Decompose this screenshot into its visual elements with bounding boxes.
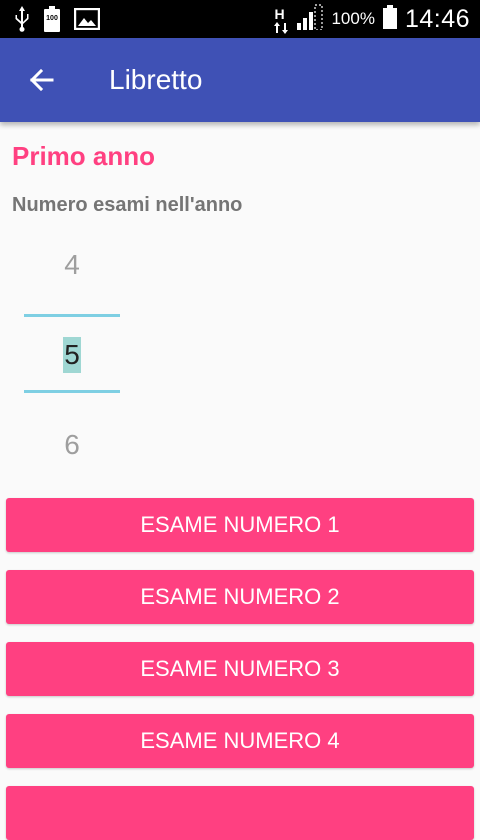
exam-count-label: Numero esami nell'anno (12, 194, 243, 216)
exam-button-1[interactable]: ESAME NUMERO 1 (6, 498, 474, 552)
battery-saver-text: 100 (46, 15, 58, 22)
usb-icon (14, 6, 30, 37)
arrow-left-icon (29, 68, 54, 92)
clock: 14:46 (404, 5, 470, 33)
battery-saver-icon: 100 (44, 6, 60, 37)
status-bar-notifications: 100 (14, 6, 101, 37)
exam-button-3[interactable]: ESAME NUMERO 3 (6, 642, 474, 696)
exam-button-2[interactable]: ESAME NUMERO 2 (6, 570, 474, 624)
exam-count-picker[interactable]: 4 5 6 (24, 230, 120, 480)
network-type-label: H (274, 6, 285, 22)
network-type-icon: H (273, 4, 289, 34)
image-icon (73, 7, 101, 35)
status-bar-system: H 100% 14:46 (273, 0, 470, 38)
battery-percent: 100% (331, 9, 375, 28)
picker-divider-top (24, 314, 120, 317)
back-button[interactable] (22, 60, 62, 100)
section-title: Primo anno (12, 141, 156, 171)
picker-next-value[interactable]: 6 (24, 428, 120, 462)
picker-current-value[interactable]: 5 (24, 337, 120, 373)
signal-icon (297, 3, 324, 35)
exam-button-5[interactable] (6, 786, 474, 840)
picker-previous-value[interactable]: 4 (24, 248, 120, 282)
battery-icon (382, 4, 397, 34)
picker-divider-bottom (24, 390, 120, 393)
app-bar: Libretto (0, 38, 480, 122)
status-bar: 100 H 100% 14:46 (0, 0, 480, 38)
page-title: Libretto (109, 64, 203, 95)
exam-button-4[interactable]: ESAME NUMERO 4 (6, 714, 474, 768)
picker-current-text[interactable]: 5 (63, 337, 81, 373)
